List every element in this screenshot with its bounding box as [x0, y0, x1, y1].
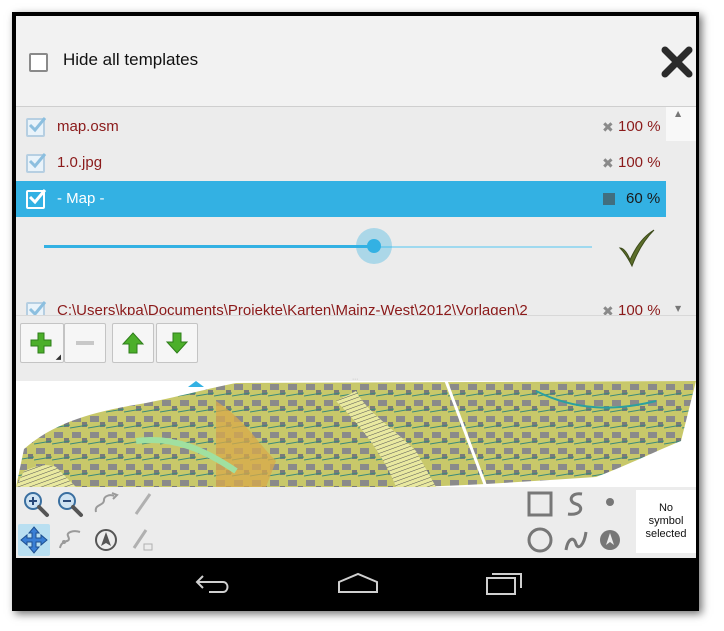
template-visible-checkbox[interactable]: [26, 153, 47, 173]
remove-icon[interactable]: ✖: [602, 155, 614, 172]
draw-path-tool[interactable]: [90, 488, 122, 520]
recents-icon: [486, 573, 522, 595]
map-canvas[interactable]: [16, 381, 696, 487]
screen: Hide all templates map.osm ✖ 100 % 1.0.j…: [16, 16, 696, 608]
opacity-slider-thumb[interactable]: [356, 228, 392, 264]
add-icon: [30, 332, 52, 354]
edit-text-tool[interactable]: [126, 524, 158, 556]
checkmark-icon: [28, 301, 47, 315]
pencil-icon: [134, 493, 152, 515]
hide-all-templates-checkbox[interactable]: [29, 53, 48, 72]
zoom-out-icon: [58, 492, 83, 517]
circle-icon: [527, 527, 553, 553]
draw-rectangle-tool[interactable]: [524, 488, 556, 520]
close-icon: [661, 46, 693, 78]
recents-button[interactable]: [479, 568, 529, 598]
compass-icon: [600, 530, 620, 550]
slider-track[interactable]: [374, 246, 592, 248]
template-visible-checkbox[interactable]: [26, 117, 47, 137]
move-down-icon: [165, 332, 189, 354]
move-template-up-button[interactable]: [112, 323, 154, 363]
template-toolbar: ◢ ⋯: [16, 315, 696, 383]
scroll-down-icon: ▼: [675, 304, 682, 313]
rotate-tool[interactable]: [90, 524, 122, 556]
draw-circle-tool[interactable]: [524, 524, 556, 556]
back-button[interactable]: [189, 568, 239, 598]
freehand-icon: [564, 531, 588, 551]
scroll-up-icon: ▲: [675, 109, 682, 118]
symbol-rotate-tool[interactable]: [594, 524, 626, 556]
checkmark-icon: [28, 189, 47, 205]
navigation-bar: [16, 558, 696, 608]
remove-icon[interactable]: ✖: [602, 303, 614, 315]
remove-icon: [76, 341, 94, 345]
map-layer-icon: [603, 193, 615, 205]
symbol-selector[interactable]: No symbol selected: [636, 490, 696, 553]
template-opacity: 60 %: [626, 190, 661, 207]
zoom-in-button[interactable]: [20, 488, 52, 520]
home-icon: [338, 572, 378, 593]
freehand-path-icon: [94, 492, 119, 513]
template-name: - Map -: [57, 190, 105, 207]
hide-all-templates-label[interactable]: Hide all templates: [63, 50, 198, 70]
slider-track-filled: [44, 245, 374, 248]
template-opacity: 100 %: [618, 154, 661, 171]
compass-icon: [95, 529, 117, 551]
draw-freehand-tool[interactable]: [560, 524, 592, 556]
zoom-in-icon: [24, 492, 49, 517]
template-name: 1.0.jpg: [57, 154, 103, 171]
template-row[interactable]: map.osm ✖ 100 %: [16, 109, 666, 145]
zoom-out-button[interactable]: [54, 488, 86, 520]
confirm-button[interactable]: [616, 228, 658, 268]
pan-tool[interactable]: [18, 524, 50, 556]
remove-template-button[interactable]: [64, 323, 106, 363]
move-icon: [20, 526, 48, 554]
edit-tool[interactable]: [126, 488, 158, 520]
move-template-down-button[interactable]: [156, 323, 198, 363]
template-row[interactable]: 1.0.jpg ✖ 100 %: [16, 145, 666, 181]
s-curve-icon: [567, 492, 583, 516]
close-button[interactable]: [657, 42, 696, 82]
template-opacity: 100 %: [618, 118, 661, 135]
point-icon: [606, 498, 614, 506]
home-button[interactable]: [333, 568, 383, 598]
checkmark-icon: [28, 117, 47, 133]
template-name: C:\Users\kpa\Documents\Projekte\Karten\M…: [57, 302, 528, 315]
device-frame: Hide all templates map.osm ✖ 100 % 1.0.j…: [12, 12, 699, 611]
opacity-panel: [16, 217, 666, 279]
template-visible-checkbox[interactable]: [26, 301, 47, 315]
back-icon: [195, 575, 229, 593]
template-dialog-header: Hide all templates: [16, 16, 696, 107]
template-visible-checkbox[interactable]: [26, 189, 47, 209]
map-image: [16, 381, 696, 487]
drawing-toolbar: No symbol selected: [16, 487, 696, 558]
pencil-grid-icon: [132, 529, 153, 551]
draw-curve-tool[interactable]: [54, 524, 86, 556]
add-template-button[interactable]: ◢: [20, 323, 64, 363]
draw-curve-line-tool[interactable]: [560, 488, 592, 520]
dropdown-indicator-icon: ◢: [55, 353, 61, 361]
template-name: map.osm: [57, 118, 119, 135]
template-row-selected[interactable]: - Map - 60 %: [16, 181, 666, 217]
checkmark-icon: [618, 229, 655, 268]
template-list[interactable]: map.osm ✖ 100 % 1.0.jpg ✖ 100 % - Map - …: [16, 107, 666, 315]
template-row[interactable]: C:\Users\kpa\Documents\Projekte\Karten\M…: [16, 293, 666, 315]
template-opacity: 100 %: [618, 302, 661, 315]
draw-point-tool[interactable]: [594, 488, 626, 520]
curve-icon: [59, 530, 81, 549]
rectangle-icon: [527, 491, 553, 517]
remove-icon[interactable]: ✖: [602, 119, 614, 136]
move-up-icon: [121, 332, 145, 354]
checkmark-icon: [28, 153, 47, 169]
